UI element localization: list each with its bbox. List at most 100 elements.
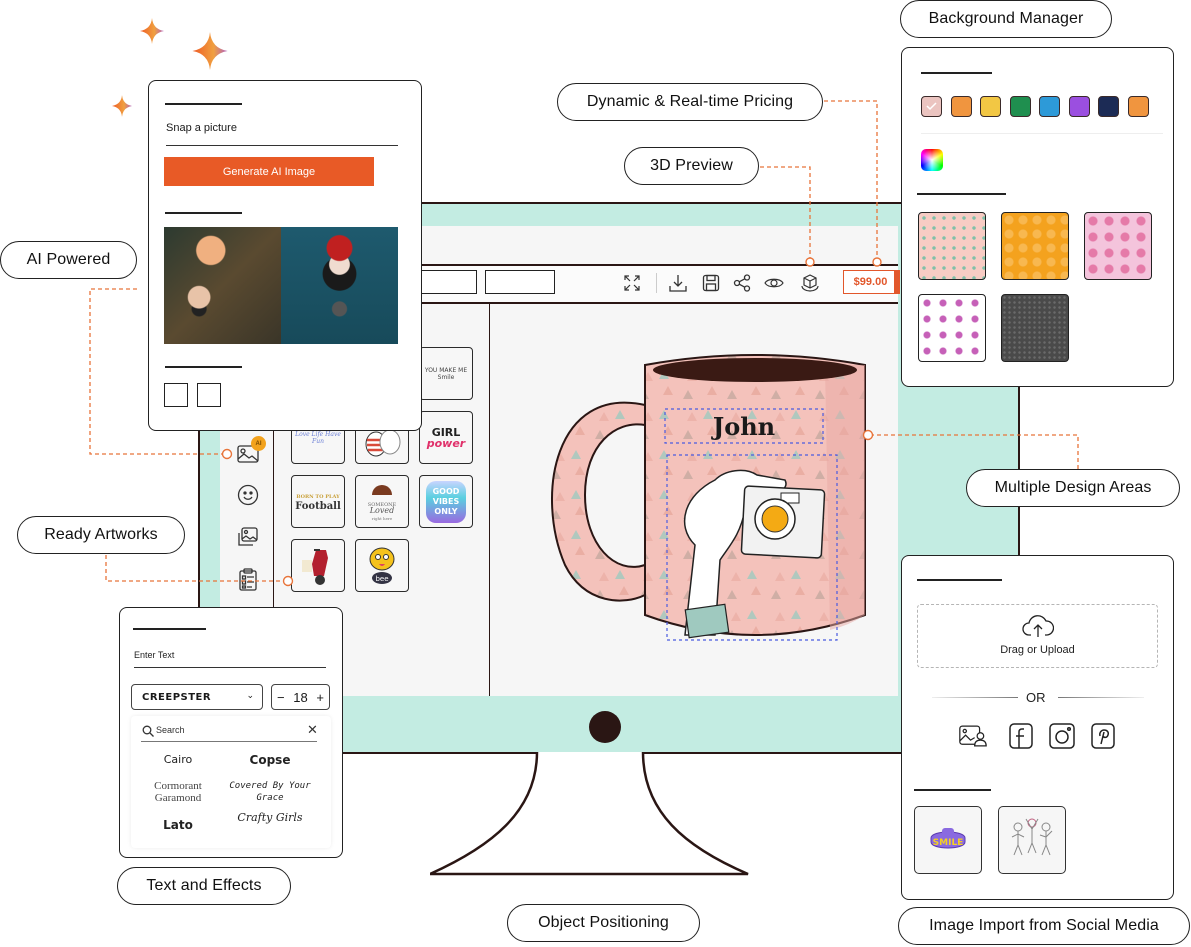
recent-import-tile[interactable]	[998, 806, 1066, 874]
svg-text:bee: bee	[375, 575, 388, 583]
artwork-tile[interactable]: BORN TO PLAY Football	[291, 475, 345, 528]
feature-label-background-manager: Background Manager	[900, 0, 1112, 38]
pinterest-icon[interactable]	[1089, 722, 1117, 750]
check-icon	[926, 102, 937, 111]
feature-label-dynamic-pricing: Dynamic & Real-time Pricing	[557, 83, 823, 121]
divider	[921, 133, 1163, 134]
bg-pattern-tile[interactable]	[1001, 212, 1069, 280]
section-rule	[165, 103, 242, 105]
feature-label-multiple-design-areas: Multiple Design Areas	[966, 469, 1180, 507]
ai-badge: AI	[251, 436, 266, 451]
artwork-tile[interactable]: bee	[355, 539, 409, 592]
fullscreen-icon[interactable]	[621, 272, 643, 294]
artwork-tile[interactable]: SOMEONE Loved right here	[355, 475, 409, 528]
bg-pattern-tile[interactable]	[1084, 212, 1152, 280]
decrease-size-button[interactable]: −	[277, 690, 285, 705]
feature-label-3d-preview: 3D Preview	[624, 147, 759, 185]
artwork-tile[interactable]: GOOD VIBES ONLY	[419, 475, 473, 528]
artwork-tile[interactable]: GIRL power	[419, 411, 473, 464]
color-swatch[interactable]	[1098, 96, 1119, 117]
feature-label-object-positioning: Object Positioning	[507, 904, 700, 942]
bee-artwork: bee	[369, 547, 395, 584]
artwork-tile[interactable]	[291, 539, 345, 592]
color-swatch[interactable]	[1068, 96, 1090, 117]
upload-label: Drag or Upload	[1000, 644, 1075, 656]
color-swatch[interactable]	[950, 96, 972, 117]
ai-prompt-input[interactable]: Snap a picture	[166, 122, 398, 146]
kids-sketch	[1011, 818, 1053, 856]
image-gallery-icon[interactable]	[235, 524, 261, 550]
or-label: OR	[1026, 690, 1046, 705]
bg-pattern-tile[interactable]	[1001, 294, 1069, 362]
section-rule	[917, 579, 1002, 581]
font-size-value: 18	[293, 689, 308, 705]
chevron-down-icon: ⌄	[246, 690, 254, 700]
font-select-value: CREEPSTER	[142, 691, 212, 703]
or-line-left	[932, 697, 1018, 698]
font-search-input[interactable]: Search	[156, 725, 185, 735]
smile-sticker: SMILE	[930, 828, 966, 849]
cloud-upload-icon	[1022, 613, 1055, 644]
custom-color-picker[interactable]	[921, 149, 943, 171]
font-size-stepper[interactable]: − 18 +	[271, 684, 330, 710]
svg-text:right here: right here	[372, 516, 393, 521]
ai-result-image-2[interactable]	[281, 227, 398, 344]
toolbar-field-2[interactable]	[485, 270, 555, 294]
sparkle-icon	[112, 95, 132, 117]
or-line-right	[1058, 697, 1144, 698]
feature-label-image-import: Image Import from Social Media	[898, 907, 1190, 945]
save-icon[interactable]	[700, 272, 722, 294]
section-rule	[921, 72, 992, 74]
font-option[interactable]: Copse	[225, 753, 315, 767]
feature-label-text-effects: Text and Effects	[117, 867, 291, 905]
font-option[interactable]: Crafty Girls	[225, 812, 315, 824]
bg-pattern-tile[interactable]	[918, 294, 986, 362]
svg-text:Loved: Loved	[369, 506, 395, 515]
font-option[interactable]: Covered By Your Grace	[225, 780, 315, 804]
section-rule	[914, 789, 991, 791]
color-swatch[interactable]	[921, 96, 942, 117]
3d-preview-icon[interactable]	[799, 272, 821, 294]
download-icon[interactable]	[667, 272, 689, 294]
artwork-list-icon[interactable]	[235, 567, 261, 593]
generate-ai-image-button[interactable]: Generate AI Image	[164, 157, 374, 186]
font-option[interactable]: Lato	[133, 818, 223, 832]
toolbar-divider	[656, 273, 657, 293]
text-input[interactable]: Enter Text	[134, 650, 326, 668]
option-checkbox-1[interactable]	[164, 383, 188, 407]
color-swatch[interactable]	[1009, 96, 1031, 117]
gallery-icon[interactable]	[959, 722, 987, 750]
share-icon[interactable]	[731, 272, 753, 294]
artwork-tile[interactable]: YOU MAKE ME Smile	[419, 347, 473, 400]
price-accent	[894, 270, 900, 294]
section-rule	[917, 193, 1006, 195]
increase-size-button[interactable]: +	[316, 690, 324, 705]
emoji-icon[interactable]	[235, 482, 261, 508]
monitor-camera-dot	[589, 711, 621, 743]
facebook-icon[interactable]	[1007, 722, 1035, 750]
loved-artwork: SOMEONELovedright here	[368, 484, 397, 521]
color-swatch[interactable]	[980, 96, 1001, 117]
recent-import-tile[interactable]: SMILE	[914, 806, 982, 874]
search-underline	[141, 741, 317, 743]
feature-label-ai-powered: AI Powered	[0, 241, 137, 279]
section-rule	[165, 212, 242, 214]
search-icon	[142, 724, 154, 737]
ai-result-image-1[interactable]	[164, 227, 281, 344]
section-rule	[133, 628, 206, 630]
font-select[interactable]: CREEPSTER ⌄	[131, 684, 263, 710]
color-swatch[interactable]	[1127, 96, 1149, 117]
font-option[interactable]: Cormorant Garamond	[133, 780, 223, 804]
sparkle-icon	[140, 18, 164, 44]
section-rule	[165, 366, 242, 368]
instagram-icon[interactable]	[1048, 722, 1076, 750]
font-option[interactable]: Cairo	[133, 753, 223, 766]
clear-search-icon[interactable]: ✕	[307, 722, 318, 738]
sparkle-icon	[192, 32, 228, 70]
bg-pattern-tile[interactable]	[918, 212, 986, 280]
mug-product[interactable]: John	[545, 345, 875, 655]
option-checkbox-2[interactable]	[197, 383, 221, 407]
toolbar-field-1[interactable]	[420, 270, 477, 294]
preview-icon[interactable]	[763, 272, 785, 294]
color-swatch[interactable]	[1039, 96, 1060, 117]
